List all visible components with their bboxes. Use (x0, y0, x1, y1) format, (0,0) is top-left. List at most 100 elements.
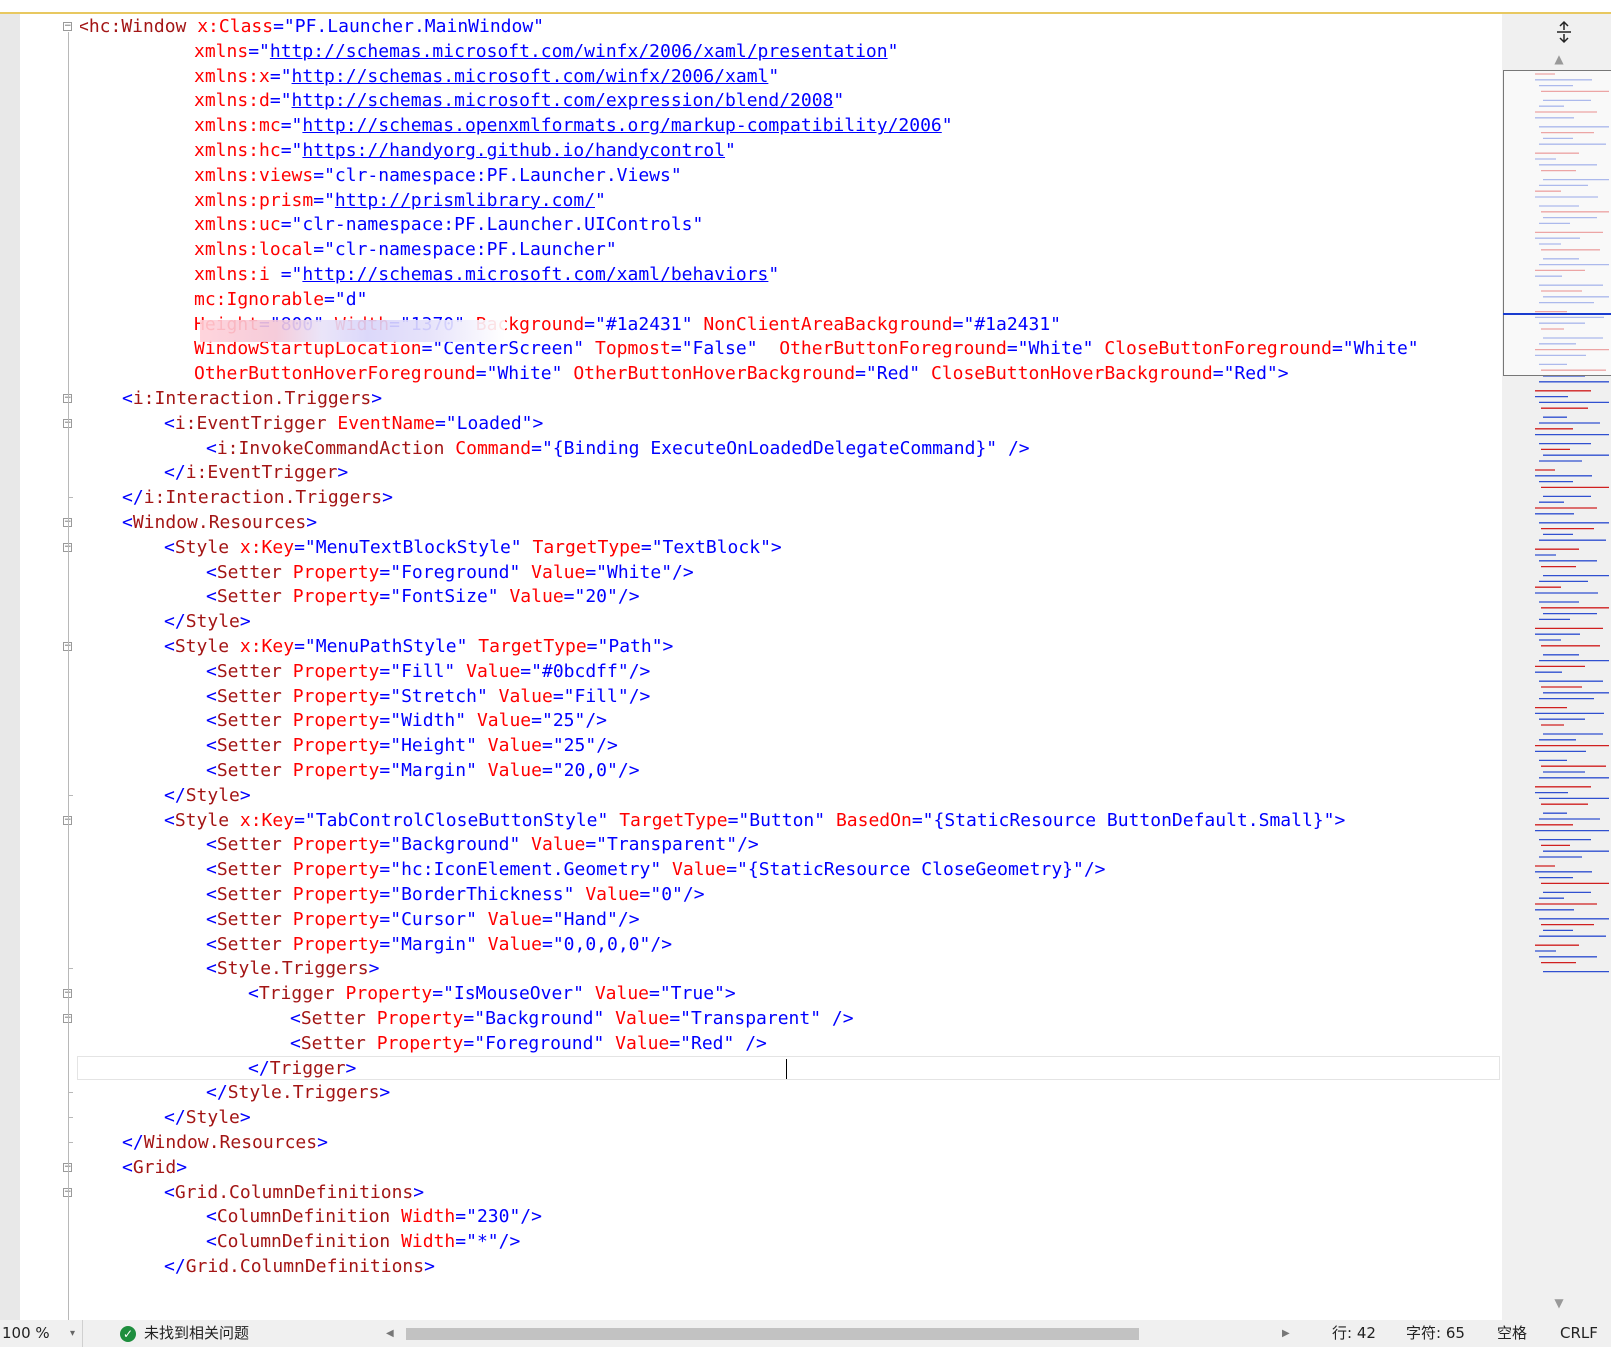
code-line[interactable]: <Grid> (122, 1155, 187, 1181)
code-token: "Width" (390, 710, 477, 732)
code-token: Style (174, 536, 240, 558)
code-line[interactable]: <Setter Property="BorderThickness" Value… (206, 882, 705, 908)
code-line[interactable]: <Setter Property="Fill" Value="#0bcdff"/… (206, 659, 650, 685)
code-line[interactable]: </Style> (164, 1105, 251, 1131)
code-line[interactable]: xmlns:hc="https://handyorg.github.io/han… (194, 138, 736, 164)
code-token: "PF.Launcher.MainWindow" (283, 16, 545, 37)
code-token: > (724, 983, 736, 1005)
code-token: < (206, 735, 217, 757)
scroll-right-icon[interactable]: ▶ (1282, 1320, 1290, 1347)
code-token: "clr-namespace:PF.Launcher" (324, 239, 617, 261)
code-line[interactable]: </Grid.ColumnDefinitions> (164, 1254, 435, 1280)
code-line[interactable]: <Setter Property="Margin" Value="20,0"/> (206, 758, 640, 784)
code-line[interactable]: <Style x:Key="MenuTextBlockStyle" Target… (164, 535, 782, 561)
code-token: < (164, 536, 175, 558)
code-token: > (317, 1132, 328, 1153)
code-token: Property (376, 1032, 464, 1054)
check-circle-icon[interactable]: ✓ (120, 1326, 136, 1342)
minimap-caret-position (1503, 313, 1611, 315)
code-line[interactable]: xmlns:local="clr-namespace:PF.Launcher" (194, 237, 617, 263)
code-line[interactable]: xmlns:uc="clr-namespace:PF.Launcher.UICo… (194, 212, 703, 238)
code-token: i:EventTrigger (174, 412, 338, 434)
code-line[interactable]: <i:EventTrigger EventName="Loaded"> (164, 411, 543, 437)
code-line[interactable]: <Style x:Key="MenuPathStyle" TargetType=… (164, 634, 673, 660)
collapse-icon[interactable]: − (63, 22, 72, 31)
zoom-dropdown[interactable]: 100 % ▾ (0, 1320, 83, 1347)
code-line[interactable]: </Style> (164, 783, 251, 809)
code-line[interactable]: <Setter Property="Background" Value="Tra… (206, 832, 759, 858)
code-token: http://schemas.microsoft.com/expression/… (291, 90, 834, 112)
code-token: Style (174, 809, 240, 831)
outline-fold-column[interactable]: −−−−−−−−−−− (58, 14, 78, 1322)
code-token: </ (164, 611, 186, 633)
code-token: Property (292, 685, 380, 707)
code-token: OtherButtonHoverForeground (194, 363, 476, 385)
code-token: </ (206, 1082, 228, 1104)
code-line[interactable]: </Window.Resources> (122, 1130, 328, 1156)
code-line[interactable]: xmlns:mc="http://schemas.openxmlformats.… (194, 113, 953, 139)
code-line[interactable]: <Trigger Property="IsMouseOver" Value="T… (248, 981, 736, 1007)
code-token: = (269, 65, 281, 87)
code-token: Setter (300, 1008, 377, 1029)
code-token: Setter (216, 660, 293, 682)
horizontal-scroll-thumb[interactable] (406, 1328, 1139, 1340)
issues-status[interactable]: 未找到相关问题 (144, 1320, 249, 1347)
code-line[interactable]: <Setter Property="FontSize" Value="20"/> (206, 584, 640, 610)
line-indicator[interactable]: 行: 42 (1332, 1320, 1376, 1347)
split-view-icon[interactable] (1554, 20, 1574, 44)
code-token: = (434, 412, 446, 434)
code-line[interactable]: <Setter Property="hc:IconElement.Geometr… (206, 857, 1106, 883)
scroll-left-icon[interactable]: ◀ (386, 1320, 394, 1347)
code-line[interactable]: <Setter Property="Stretch" Value="Fill"/… (206, 684, 650, 710)
code-line[interactable]: xmlns:x="http://schemas.microsoft.com/wi… (194, 64, 779, 90)
margin-gutter[interactable] (0, 14, 20, 1320)
code-line[interactable]: </i:EventTrigger> (164, 460, 348, 486)
code-line[interactable]: xmlns:prism="http://prismlibrary.com/" (194, 188, 606, 214)
code-line[interactable]: xmlns="http://schemas.microsoft.com/winf… (194, 39, 898, 65)
line-ending[interactable]: CRLF (1560, 1320, 1598, 1347)
code-editor[interactable]: <hc:Window x:Class = "PF.Launcher.MainWind… (80, 14, 1500, 1320)
code-line[interactable]: </Style> (164, 609, 251, 635)
whitespace-mode[interactable]: 空格 (1497, 1320, 1527, 1347)
code-token: "TabControlCloseButtonStyle" (304, 809, 620, 831)
code-line[interactable]: <Style.Triggers> (206, 956, 379, 982)
code-token: = (379, 586, 391, 608)
code-line[interactable]: </Style.Triggers> (206, 1080, 390, 1106)
code-line[interactable]: OtherButtonHoverForeground="White" Other… (194, 361, 1289, 387)
scroll-up-arrow-icon[interactable]: ▲ (1551, 52, 1567, 66)
code-token: /> (617, 586, 640, 608)
code-token: "*" (466, 1231, 499, 1253)
code-line[interactable]: xmlns:views="clr-namespace:PF.Launcher.V… (194, 163, 682, 189)
code-token: /> (585, 710, 608, 732)
code-line[interactable]: <i:InvokeCommandAction Command="{Binding… (206, 436, 1030, 462)
code-line[interactable]: <Setter Property="Width" Value="25"/> (206, 708, 607, 734)
char-indicator[interactable]: 字符: 65 (1406, 1320, 1465, 1347)
code-token: = (1212, 363, 1224, 385)
minimap-viewport[interactable] (1503, 70, 1611, 376)
code-line[interactable]: <Setter Property="Cursor" Value="Hand"/> (206, 907, 640, 933)
code-line[interactable]: <ColumnDefinition Width="230"/> (206, 1204, 542, 1230)
code-line[interactable]: mc:Ignorable="d" (194, 287, 367, 313)
code-line[interactable]: <hc:Window x:Class="PF.Launcher.MainWind… (80, 14, 544, 40)
code-token: < (206, 908, 217, 930)
code-token: "Fill" (390, 660, 467, 682)
code-line[interactable]: <Setter Property="Foreground" Value="Red… (290, 1031, 767, 1057)
code-line[interactable]: <Window.Resources> (122, 510, 317, 536)
code-line[interactable]: <Setter Property="Foreground" Value="Whi… (206, 560, 694, 586)
code-line[interactable]: <Setter Property="Height" Value="25"/> (206, 733, 618, 759)
horizontal-scrollbar[interactable]: ◀ ▶ (386, 1320, 1294, 1347)
code-line[interactable]: xmlns:i ="http://schemas.microsoft.com/x… (194, 262, 779, 288)
code-line[interactable]: <Style x:Key="TabControlCloseButtonStyle… (164, 808, 1345, 834)
code-line[interactable]: <Setter Property="Background" Value="Tra… (290, 1006, 854, 1032)
code-line[interactable]: <ColumnDefinition Width="*"/> (206, 1229, 520, 1255)
code-line[interactable]: <i:Interaction.Triggers> (122, 386, 382, 412)
code-token: = (585, 561, 597, 583)
code-line[interactable]: <Setter Property="Margin" Value="0,0,0,0… (206, 932, 672, 958)
code-token: Value (531, 561, 586, 583)
code-token: Property (292, 908, 380, 930)
scroll-down-arrow-icon[interactable]: ▼ (1551, 1296, 1567, 1310)
code-line[interactable]: <Grid.ColumnDefinitions> (164, 1180, 424, 1206)
code-line[interactable]: xmlns:d="http://schemas.microsoft.com/ex… (194, 88, 844, 114)
code-token: </ (164, 462, 186, 484)
code-line[interactable]: </i:Interaction.Triggers> (122, 485, 393, 511)
